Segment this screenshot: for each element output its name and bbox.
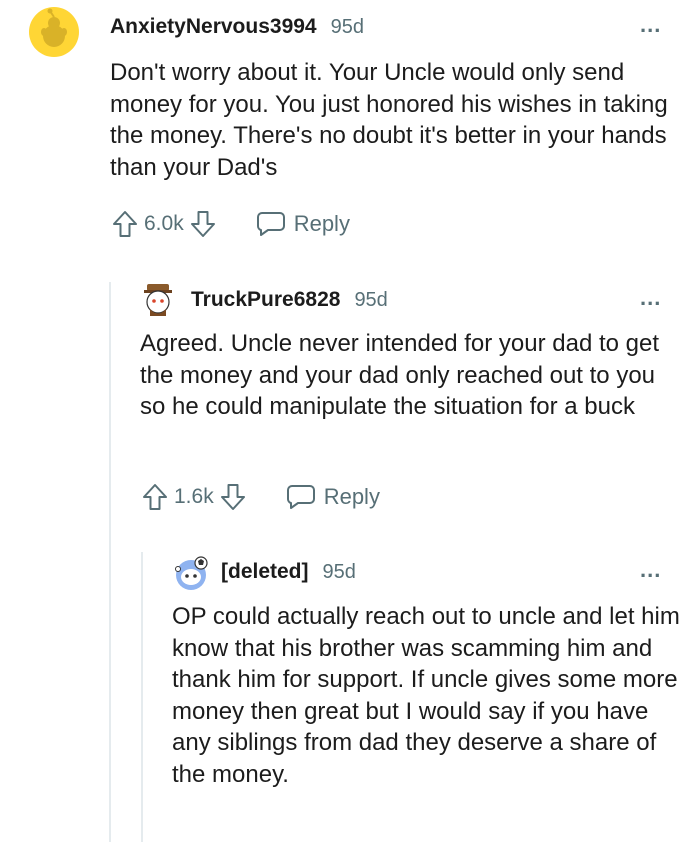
- snoo-avatar-icon: [175, 556, 208, 590]
- comment-bubble-icon: [256, 212, 285, 236]
- reply-label: Reply: [293, 211, 350, 236]
- avatar[interactable]: [172, 555, 210, 596]
- username[interactable]: [deleted]: [221, 560, 309, 584]
- more-options-icon[interactable]: ...: [640, 12, 661, 38]
- avatar[interactable]: [140, 282, 176, 323]
- comment-body: OP could actually reach out to uncle and…: [172, 603, 680, 788]
- vote-count: 6.0k: [144, 212, 184, 235]
- reply-button[interactable]: Reply: [286, 484, 380, 510]
- downvote-icon[interactable]: [220, 483, 246, 511]
- timestamp: 95d: [354, 288, 388, 311]
- comment-actions: 1.6k Reply: [142, 483, 380, 511]
- comment-body: Don't worry about it. Your Uncle would o…: [110, 59, 668, 181]
- reply-label: Reply: [323, 484, 380, 509]
- reply-button[interactable]: Reply: [256, 211, 350, 237]
- username[interactable]: AnxietyNervous3994: [110, 15, 317, 39]
- more-options-icon[interactable]: ...: [640, 557, 661, 583]
- thread-line-level-1[interactable]: [109, 282, 111, 842]
- comment-bubble-icon: [286, 485, 315, 509]
- more-options-icon[interactable]: ...: [640, 285, 661, 311]
- comment-body: Agreed. Uncle never intended for your da…: [140, 330, 659, 420]
- thread-line-level-2[interactable]: [141, 552, 143, 842]
- downvote-icon[interactable]: [190, 210, 216, 238]
- snoo-avatar-icon: [144, 284, 172, 316]
- snoo-avatar-icon: [29, 7, 79, 57]
- timestamp: 95d: [330, 15, 364, 38]
- vote-count: 1.6k: [174, 485, 214, 508]
- comment-actions: 6.0k Reply: [112, 210, 350, 238]
- avatar[interactable]: [29, 7, 79, 62]
- username[interactable]: TruckPure6828: [191, 288, 340, 312]
- upvote-icon[interactable]: [112, 210, 138, 238]
- timestamp: 95d: [322, 560, 356, 583]
- upvote-icon[interactable]: [142, 483, 168, 511]
